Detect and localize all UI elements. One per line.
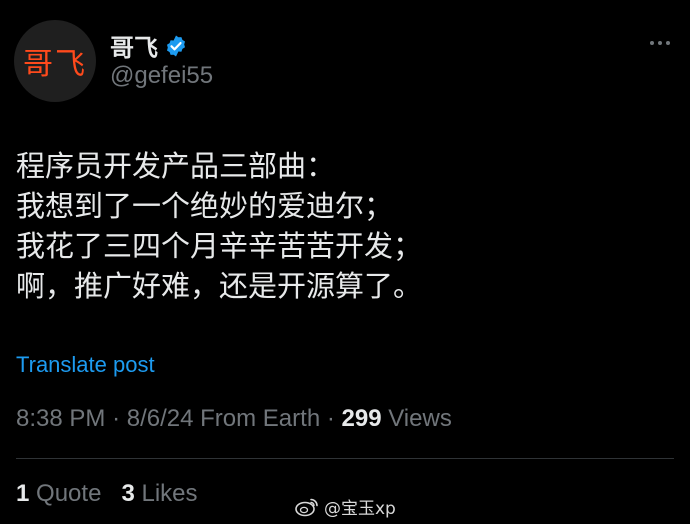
avatar-text: 哥飞 xyxy=(23,47,87,82)
quotes-stat[interactable]: 1 Quote xyxy=(16,480,108,507)
author-handle[interactable]: @gefei55 xyxy=(110,62,213,90)
post-source: From Earth xyxy=(200,405,321,432)
post-line: 我花了三四个月辛辛苦苦开发； xyxy=(16,229,423,263)
likes-label: Likes xyxy=(141,480,198,507)
post-line: 啊，推广好难，还是开源算了。 xyxy=(16,269,423,303)
watermark-text: @宝玉xp xyxy=(324,499,396,519)
post-line: 程序员开发产品三部曲： xyxy=(16,149,336,183)
post-time[interactable]: 8:38 PM xyxy=(16,405,105,432)
post-date[interactable]: 8/6/24 xyxy=(127,405,194,432)
likes-stat[interactable]: 3 Likes xyxy=(121,480,197,507)
weibo-icon xyxy=(295,498,318,516)
quotes-label: Quote xyxy=(36,480,102,507)
avatar[interactable]: 哥飞 xyxy=(14,20,96,102)
post-stats: 1 Quote 3 Likes xyxy=(16,480,198,508)
quotes-count: 1 xyxy=(16,480,30,507)
more-icon[interactable] xyxy=(648,30,672,50)
watermark: @宝玉xp xyxy=(294,494,396,519)
translate-post-link[interactable]: Translate post xyxy=(16,352,155,378)
views-label[interactable]: Views xyxy=(388,405,452,432)
separator-dot: · xyxy=(326,405,342,432)
divider xyxy=(16,458,674,459)
likes-count: 3 xyxy=(121,480,135,507)
post-meta: 8:38 PM · 8/6/24 From Earth · 299 Views xyxy=(16,405,452,433)
post-text: 程序员开发产品三部曲： 我想到了一个绝妙的爱迪尔； 我花了三四个月辛辛苦苦开发；… xyxy=(16,146,676,306)
author-name-row: 哥飞 xyxy=(110,28,188,63)
views-count[interactable]: 299 xyxy=(342,405,382,432)
display-name[interactable]: 哥飞 xyxy=(110,28,158,63)
separator-dot: · xyxy=(112,405,127,432)
post-line: 我想到了一个绝妙的爱迪尔； xyxy=(16,189,394,223)
verified-badge-icon[interactable] xyxy=(164,34,188,58)
